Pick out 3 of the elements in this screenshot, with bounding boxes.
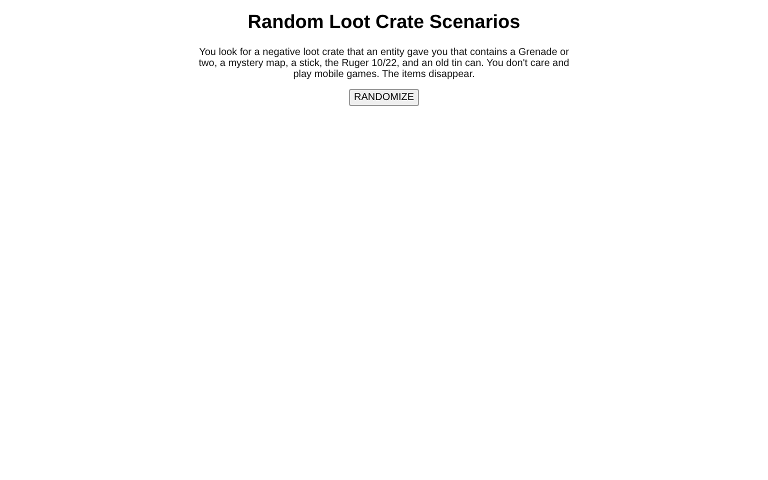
scenario-text: You look for a negative loot crate that an entity gave you that contains a Grenade or two, a mystery map, a stick, the Ruger 10/22, and an old tin can. You don't care and play mobile games. The items disappear.	[198, 47, 570, 80]
page-title: Random Loot Crate Scenarios	[248, 12, 520, 34]
randomize-button[interactable]: RANDOMIZE	[349, 89, 419, 106]
